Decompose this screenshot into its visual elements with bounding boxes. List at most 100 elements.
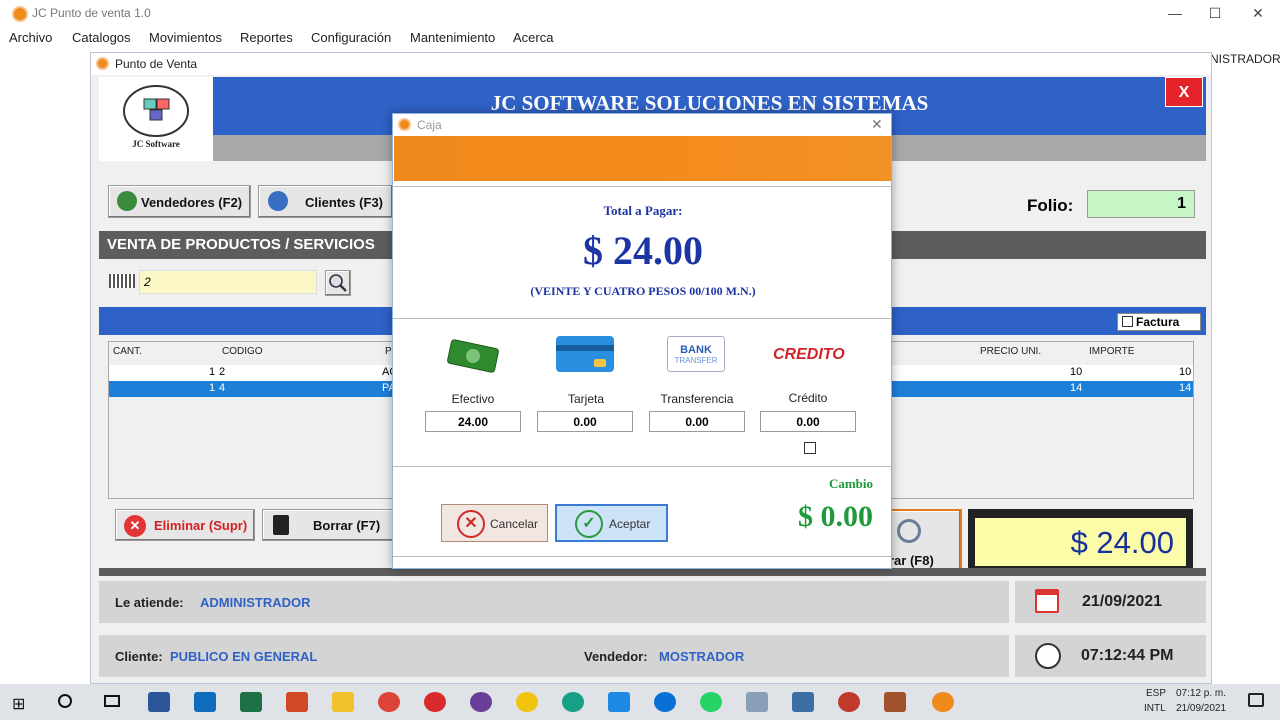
app-brown-icon[interactable] <box>884 692 906 712</box>
whatsapp-icon[interactable] <box>700 692 722 712</box>
time-panel: 07:12:44 PM <box>1015 635 1206 677</box>
folio-label: Folio: <box>1027 196 1074 215</box>
windows-start-icon[interactable]: ⊞ <box>12 694 25 714</box>
chrome-icon[interactable] <box>378 692 400 712</box>
menu-catalogos[interactable]: Catalogos <box>72 30 131 45</box>
app-title: JC Punto de venta 1.0 <box>32 6 151 20</box>
col-cant: CANT. <box>113 346 142 357</box>
product-search-input[interactable]: 2 <box>139 270 317 294</box>
eliminar-label: Eliminar (Supr) <box>154 518 248 533</box>
factura-checkbox[interactable]: Factura <box>1117 313 1201 331</box>
borrar-button[interactable]: Borrar (F7) <box>262 509 397 541</box>
notification-icon[interactable] <box>1248 693 1264 707</box>
cambio-label: Cambio <box>828 476 873 491</box>
add-vendor-icon <box>117 191 137 211</box>
app-i-yellow-icon[interactable] <box>516 692 538 712</box>
vendedor-value: MOSTRADOR <box>659 649 745 664</box>
menu-reportes[interactable]: Reportes <box>240 30 293 45</box>
atiende-value: ADMINISTRADOR <box>200 595 311 610</box>
cash-icon <box>445 336 501 376</box>
menu-archivo[interactable]: Archivo <box>9 30 52 45</box>
form-icon <box>96 57 109 70</box>
menu-configuracion[interactable]: Configuración <box>311 30 391 45</box>
app-i-red-icon[interactable] <box>424 692 446 712</box>
maximize-icon[interactable]: ☐ <box>1195 2 1235 24</box>
vendedores-label: Vendedores (F2) <box>141 195 243 210</box>
vendedor-label: Vendedor: <box>584 649 648 664</box>
teamviewer-icon[interactable] <box>654 692 676 712</box>
task-view-icon[interactable] <box>104 695 120 707</box>
transferencia-input[interactable]: 0.00 <box>649 411 745 432</box>
menu-bar: Archivo Catalogos Movimientos Reportes C… <box>0 28 1280 50</box>
col-precio: PRECIO UNI. <box>980 346 1042 357</box>
clientes-button[interactable]: Clientes (F3) <box>258 185 393 218</box>
cell-precio: 14 <box>1070 382 1083 394</box>
app-blue-icon[interactable] <box>608 692 630 712</box>
outlook-icon[interactable] <box>194 692 216 712</box>
clock-icon <box>1035 643 1061 669</box>
caja-close-icon[interactable]: ✕ <box>871 116 883 133</box>
delete-icon: ✕ <box>124 515 146 537</box>
atiende-panel: Le atiende: ADMINISTRADOR <box>99 581 1009 623</box>
vendedores-button[interactable]: Vendedores (F2) <box>108 185 251 218</box>
powerpoint-icon[interactable] <box>286 692 308 712</box>
cell-importe: 10 <box>1179 366 1192 378</box>
clock-date[interactable]: 21/09/2021 <box>1176 703 1226 714</box>
cell-cant: 1 <box>209 366 216 378</box>
cancelar-button[interactable]: ✕ Cancelar <box>441 504 548 542</box>
menu-mantenimiento[interactable]: Mantenimiento <box>410 30 495 45</box>
credit-icon: CREDITO <box>773 346 845 363</box>
record-icon[interactable] <box>838 692 860 712</box>
minimize-icon[interactable]: — <box>1155 2 1195 24</box>
barcode-icon <box>109 274 135 288</box>
app-titlebar: JC Punto de venta 1.0 — ☐ ✕ <box>0 0 1280 28</box>
credito-label: Crédito <box>788 391 828 405</box>
box-icon[interactable] <box>792 692 814 712</box>
tarjeta-input[interactable]: 0.00 <box>537 411 633 432</box>
search-button[interactable] <box>325 270 351 296</box>
caja-dialog: Caja ✕ Total a Pagar: $ 24.00 (VEINTE Y … <box>392 113 892 569</box>
borrar-label: Borrar (F7) <box>313 518 381 533</box>
separator-bar <box>99 568 1206 576</box>
lang-sub-label[interactable]: INTL <box>1144 703 1166 714</box>
transferencia-label: Transferencia <box>660 392 734 406</box>
caja-title: Caja <box>417 118 442 132</box>
close-window-icon[interactable]: ✕ <box>1238 2 1278 24</box>
cell-codigo: 4 <box>219 382 226 394</box>
form-titlebar: Punto de Venta <box>91 53 1211 75</box>
clock-time[interactable]: 07:12 p. m. <box>1176 688 1226 699</box>
word-icon[interactable] <box>148 692 170 712</box>
file-explorer-icon[interactable] <box>332 692 354 712</box>
credito-input[interactable]: 0.00 <box>760 411 856 432</box>
calendar-icon <box>1035 589 1059 613</box>
excel-icon[interactable] <box>240 692 262 712</box>
app-icon <box>12 6 28 22</box>
trash-icon <box>273 515 289 535</box>
form-title: Punto de Venta <box>115 57 198 71</box>
tool-icon[interactable] <box>746 692 768 712</box>
caja-header-band <box>394 136 891 181</box>
close-form-button[interactable]: X <box>1165 77 1203 107</box>
jc-app-icon[interactable] <box>932 692 954 712</box>
search-taskbar-icon[interactable] <box>58 694 72 708</box>
tarjeta-label: Tarjeta <box>567 392 605 406</box>
credito-checkbox[interactable] <box>804 442 816 454</box>
factura-label: Factura <box>1136 315 1180 329</box>
company-logo: JC Software <box>99 77 213 161</box>
date-panel: 21/09/2021 <box>1015 581 1206 623</box>
app-i-green-icon[interactable] <box>562 692 584 712</box>
logo-text: JC Software <box>132 139 180 149</box>
app-i-purple-icon[interactable] <box>470 692 492 712</box>
aceptar-button[interactable]: ✓ Aceptar <box>555 504 668 542</box>
clientes-label: Clientes (F3) <box>305 195 384 210</box>
menu-acerca[interactable]: Acerca <box>513 30 553 45</box>
eliminar-button[interactable]: ✕ Eliminar (Supr) <box>115 509 255 541</box>
menu-movimientos[interactable]: Movimientos <box>149 30 222 45</box>
efectivo-input[interactable]: 24.00 <box>425 411 521 432</box>
folio-field[interactable]: 1 <box>1087 190 1195 218</box>
lang-label[interactable]: ESP <box>1146 688 1166 699</box>
col-codigo: CODIGO <box>222 346 263 357</box>
cell-precio: 10 <box>1070 366 1083 378</box>
cell-importe: 14 <box>1179 382 1192 394</box>
cliente-panel: Cliente: PUBLICO EN GENERAL Vendedor: MO… <box>99 635 1009 677</box>
